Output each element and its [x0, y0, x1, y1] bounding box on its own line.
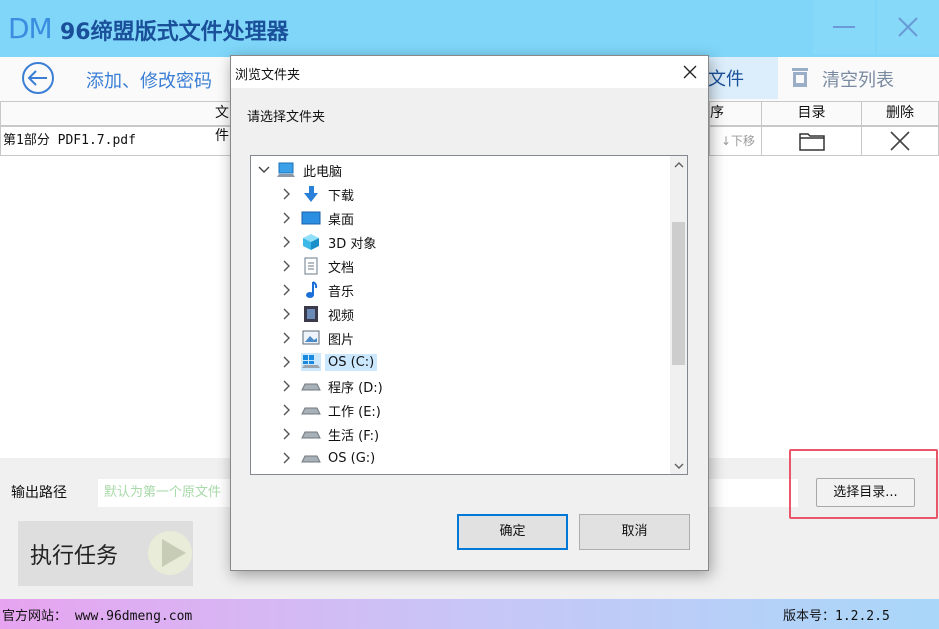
- tree-item-label: 此电脑: [303, 164, 343, 180]
- cancel-button[interactable]: 取消: [579, 514, 690, 550]
- tree-item-label: 音乐: [328, 284, 355, 300]
- music-note-icon: [301, 281, 321, 299]
- scroll-up-icon[interactable]: [670, 156, 687, 173]
- tree-item-drive-e[interactable]: 工作 (E:): [279, 398, 384, 422]
- tree-item-videos[interactable]: 视频: [279, 302, 357, 326]
- chevron-right-icon: [279, 402, 295, 418]
- tree-item-label: 视频: [328, 308, 355, 324]
- ok-button[interactable]: 确定: [457, 514, 568, 550]
- folder-icon: [798, 133, 825, 151]
- chevron-right-icon: [279, 354, 295, 370]
- col-header-file: 文件: [0, 101, 232, 144]
- move-down-button[interactable]: ↓下移: [709, 126, 762, 156]
- document-icon: [301, 257, 321, 275]
- minimize-button[interactable]: [813, 0, 875, 54]
- tree-item-label: OS (G:): [328, 450, 376, 466]
- picture-icon: [301, 329, 321, 347]
- choose-dir-button[interactable]: 选择目录...: [816, 478, 915, 507]
- add-modify-password-button[interactable]: 添加、修改密码: [86, 67, 212, 93]
- output-path-label: 输出路径: [11, 485, 67, 501]
- clear-list-label: 清空列表: [822, 70, 894, 91]
- 3d-objects-icon: [301, 233, 321, 251]
- windows-drive-icon: [301, 353, 321, 371]
- chevron-right-icon: [279, 186, 295, 202]
- delete-row-button[interactable]: [861, 126, 939, 156]
- scroll-down-icon[interactable]: [670, 457, 687, 474]
- dialog-title: 浏览文件夹: [235, 68, 301, 83]
- minimize-icon: [833, 26, 855, 28]
- chevron-right-icon: [279, 282, 295, 298]
- drive-icon: [301, 425, 321, 443]
- open-dir-button[interactable]: [761, 126, 862, 156]
- trash-icon: [790, 66, 810, 93]
- video-film-icon: [301, 305, 321, 323]
- back-button[interactable]: [20, 60, 56, 96]
- title-bar: DM 96缔盟版式文件处理器: [0, 0, 939, 57]
- tree-item-documents[interactable]: 文档: [279, 254, 357, 278]
- tree-item-label: 图片: [328, 332, 355, 348]
- chevron-right-icon: [279, 258, 295, 274]
- folder-tree[interactable]: 此电脑 下载 桌面 3D 对象 文档 音乐 视频 图片 OS (C:) 程序 (…: [250, 155, 688, 475]
- tree-item-drive-c[interactable]: OS (C:): [279, 350, 378, 374]
- tree-item-this-pc[interactable]: 此电脑: [256, 158, 345, 182]
- drive-icon: [301, 449, 321, 467]
- tree-item-label: 3D 对象: [328, 236, 377, 252]
- download-arrow-icon: [301, 185, 321, 203]
- version-label: 版本号：1.2.2.5: [783, 609, 890, 624]
- computer-icon: [276, 161, 296, 179]
- add-file-label: 文件: [708, 69, 744, 90]
- dialog-title-bar: 浏览文件夹: [231, 56, 708, 88]
- chevron-down-icon[interactable]: [256, 162, 272, 178]
- close-icon: [683, 65, 697, 79]
- chevron-right-icon: [279, 330, 295, 346]
- app-title: 96缔盟版式文件处理器: [60, 20, 289, 45]
- tree-item-3d-objects[interactable]: 3D 对象: [279, 230, 379, 254]
- app-logo: DM: [8, 12, 53, 45]
- execute-task-label: 执行任务: [30, 543, 119, 569]
- tree-item-label: 桌面: [328, 212, 355, 228]
- col-header-order: 序: [709, 101, 762, 126]
- execute-task-button[interactable]: 执行任务: [18, 521, 193, 586]
- add-file-button[interactable]: 文件: [708, 57, 778, 99]
- tree-item-drive-g[interactable]: OS (G:): [279, 446, 378, 470]
- tree-item-desktop[interactable]: 桌面: [279, 206, 357, 230]
- tree-item-label: 工作 (E:): [328, 404, 381, 420]
- chevron-right-icon: [279, 306, 295, 322]
- chevron-right-icon: [279, 210, 295, 226]
- play-icon: [148, 531, 192, 575]
- tree-item-label: 生活 (F:): [328, 428, 380, 444]
- tree-item-drive-f[interactable]: 生活 (F:): [279, 422, 382, 446]
- tree-item-drive-d[interactable]: 程序 (D:): [279, 374, 386, 398]
- footer: 官方网站： www.96dmeng.com 版本号：1.2.2.5: [0, 599, 939, 629]
- tree-item-downloads[interactable]: 下载: [279, 182, 357, 206]
- tree-item-label: 程序 (D:): [328, 380, 383, 396]
- chevron-right-icon: [279, 234, 295, 250]
- tree-scrollbar[interactable]: [670, 156, 687, 474]
- desktop-icon: [301, 209, 321, 227]
- tree-item-label: 下载: [328, 188, 355, 204]
- close-button[interactable]: [877, 0, 939, 54]
- tree-item-music[interactable]: 音乐: [279, 278, 357, 302]
- dialog-close-button[interactable]: [678, 60, 702, 84]
- dialog-prompt: 请选择文件夹: [247, 110, 326, 125]
- col-header-delete: 删除: [861, 101, 939, 126]
- scroll-thumb[interactable]: [672, 222, 685, 365]
- close-icon: [898, 17, 918, 37]
- official-site[interactable]: 官方网站： www.96dmeng.com: [2, 605, 192, 624]
- chevron-right-icon: [279, 426, 295, 442]
- browse-folder-dialog: 浏览文件夹 请选择文件夹 此电脑 下载 桌面 3D 对象 文档 音乐 视频 图片…: [230, 55, 709, 571]
- file-name-cell: 第1部分 PDF1.7.pdf: [0, 126, 232, 156]
- tree-item-label: 文档: [328, 260, 355, 276]
- tree-item-label: OS (C:): [325, 353, 378, 371]
- chevron-right-icon: [279, 378, 295, 394]
- tree-item-pictures[interactable]: 图片: [279, 326, 357, 350]
- back-arrow-icon: [22, 62, 54, 94]
- chevron-right-icon: [279, 450, 295, 466]
- drive-icon: [301, 401, 321, 419]
- drive-icon: [301, 377, 321, 395]
- col-header-dir: 目录: [761, 101, 862, 126]
- delete-x-icon: [890, 131, 910, 151]
- clear-list-button[interactable]: 清空列表: [790, 63, 930, 95]
